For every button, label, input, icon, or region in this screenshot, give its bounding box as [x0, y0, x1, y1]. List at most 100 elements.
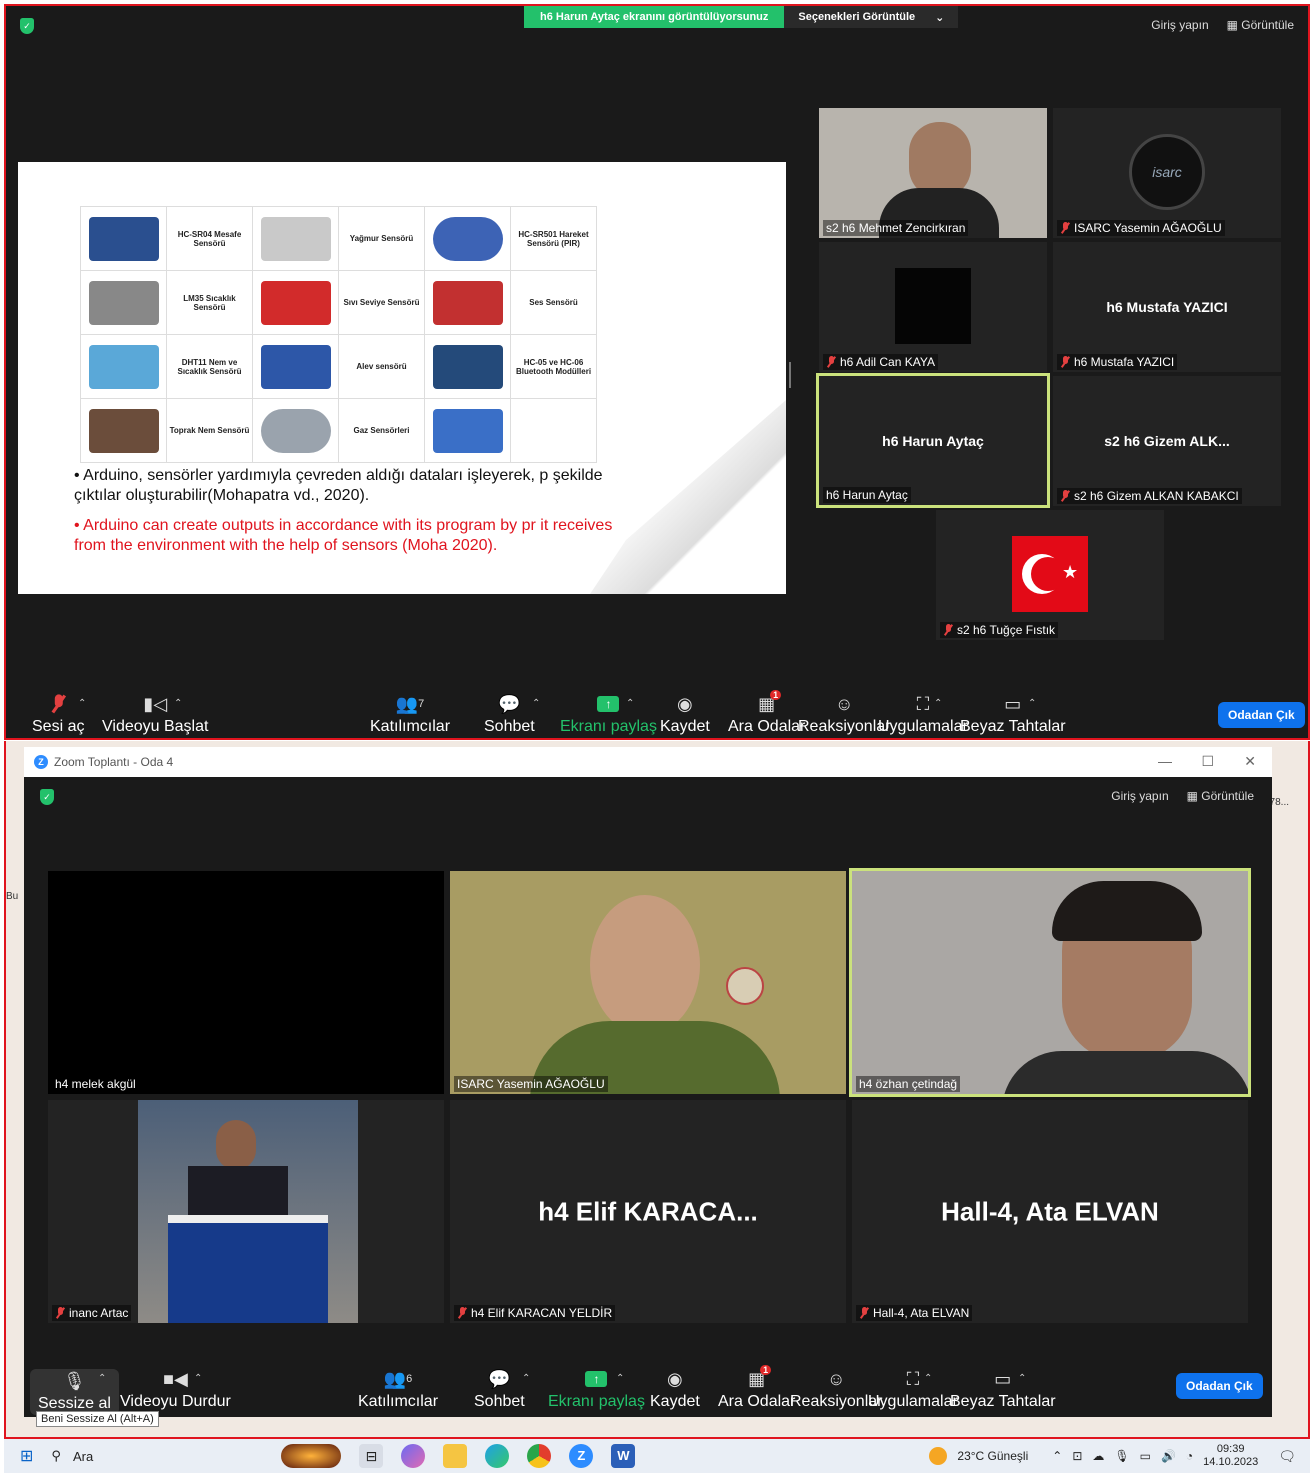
search-box[interactable]: ⚲ Ara — [51, 1448, 291, 1464]
leave-room-button[interactable]: Odadan Çık — [1218, 702, 1305, 728]
sensor-label: Toprak Nem Sensörü — [166, 398, 253, 463]
participants-button[interactable]: 👥 7 Katılımcılar — [370, 694, 450, 736]
caret-up-icon[interactable]: ⌃ — [522, 1373, 530, 1384]
video-tile[interactable]: h4 Elif KARACA... h4 Elif KARACAN YELDİR — [450, 1100, 846, 1323]
tray-chevron-icon[interactable]: ⌃ — [1052, 1449, 1062, 1463]
view-button[interactable]: ▦ Görüntüle — [1227, 18, 1294, 32]
video-icon: ■◀ — [163, 1368, 188, 1389]
caret-up-icon[interactable]: ⌃ — [532, 698, 540, 709]
participant-name-label: ISARC Yasemin AĞAOĞLU — [457, 1077, 605, 1091]
chat-button[interactable]: 💬 Sohbet — [484, 694, 535, 736]
minimize-icon[interactable]: — — [1158, 753, 1172, 769]
file-explorer-icon[interactable] — [443, 1444, 468, 1468]
unmute-button[interactable]: Sesi aç — [32, 694, 84, 736]
video-tile[interactable]: h6 Mustafa YAZICI h6 Mustafa YAZICI — [1053, 242, 1281, 372]
stop-video-button[interactable]: ■◀ Videoyu Durdur — [120, 1369, 231, 1411]
whiteboards-button[interactable]: ▭ Beyaz Tahtalar — [960, 694, 1066, 736]
share-screen-button[interactable]: ↑ Ekranı paylaş — [560, 694, 657, 736]
task-view-icon[interactable]: ⊟ — [359, 1444, 384, 1468]
view-label: Görüntüle — [1201, 789, 1254, 803]
slide-bullet-tr: • Arduino, sensörler yardımıyla çevreden… — [74, 467, 603, 504]
caret-up-icon[interactable]: ⌃ — [174, 698, 182, 709]
caret-up-icon[interactable]: ⌃ — [194, 1373, 202, 1384]
participants-button[interactable]: 👥 6 Katılımcılar — [358, 1369, 438, 1411]
view-options-label: Seçenekleri Görüntüle — [798, 11, 916, 23]
caret-up-icon[interactable]: ⌃ — [626, 698, 634, 709]
chrome-icon[interactable] — [527, 1444, 552, 1468]
record-button[interactable]: ◉ Kaydet — [650, 1369, 700, 1411]
whiteboards-button[interactable]: ▭ Beyaz Tahtalar — [950, 1369, 1056, 1411]
onedrive-icon[interactable]: ☁ — [1092, 1449, 1104, 1463]
windows-start-icon[interactable]: ⊞ — [20, 1446, 33, 1466]
view-button[interactable]: ▦ Görüntüle — [1187, 789, 1254, 803]
maximize-icon[interactable]: ☐ — [1201, 753, 1214, 770]
zoom-taskbar-icon[interactable]: Z — [569, 1444, 594, 1468]
reactions-button[interactable]: ☺ Reaksiyonlar — [798, 694, 890, 736]
video-tile[interactable]: isarc ISARC Yasemin AĞAOĞLU — [1053, 108, 1281, 238]
mic-tray-icon[interactable]: 🎙 — [1114, 1449, 1129, 1463]
sign-in-link[interactable]: Giriş yapın — [1151, 18, 1208, 32]
active-speaker-tile[interactable]: h6 Harun Aytaç h6 Harun Aytaç — [816, 373, 1050, 508]
start-video-button[interactable]: ▮◁ Videoyu Başlat — [102, 694, 208, 736]
sensor-label: Yağmur Sensörü — [338, 206, 425, 271]
network-icon[interactable]: ⊡ — [1072, 1449, 1082, 1463]
breakout-rooms-button[interactable]: ▦ 1 Ara Odalar — [718, 1365, 795, 1411]
clock[interactable]: 09:39 14.10.2023 — [1203, 1443, 1258, 1469]
share-screen-button[interactable]: ↑ Ekranı paylaş — [548, 1369, 645, 1411]
chat-button[interactable]: 💬 Sohbet — [474, 1369, 525, 1411]
leave-room-button[interactable]: Odadan Çık — [1176, 1373, 1263, 1399]
caret-up-icon[interactable]: ⌃ — [924, 1373, 932, 1384]
caret-up-icon[interactable]: ⌃ — [1018, 1373, 1026, 1384]
participant-big-name: h6 Mustafa YAZICI — [1106, 299, 1228, 315]
video-tile[interactable]: ISARC Yasemin AĞAOĞLU — [450, 871, 846, 1094]
video-tile[interactable]: s2 h6 Mehmet Zencirkıran — [819, 108, 1047, 238]
close-icon[interactable]: ✕ — [1244, 753, 1256, 770]
mic-icon: 🎙 — [63, 1370, 86, 1391]
breakout-label: Ara Odalar — [728, 718, 806, 735]
apps-button[interactable]: ⛶ Uygulamalar — [878, 694, 968, 736]
wifi-icon[interactable]: ◔ — [1186, 1449, 1193, 1463]
word-icon[interactable]: W — [611, 1444, 636, 1468]
reactions-label: Reaksiyonlar — [798, 718, 891, 735]
resize-handle[interactable] — [789, 362, 791, 388]
encryption-shield-icon[interactable]: ✓ — [20, 18, 34, 34]
sensor-image — [252, 206, 339, 271]
caret-up-icon[interactable]: ⌃ — [616, 1373, 624, 1384]
view-options-button[interactable]: Seçenekleri Görüntüle ⌄ — [784, 6, 959, 28]
caret-up-icon[interactable]: ⌃ — [1028, 698, 1036, 709]
notification-icon[interactable]: 🗨 — [1278, 1448, 1296, 1465]
participant-name: s2 h6 Mehmet Zencirkıran — [823, 220, 969, 236]
video-tile[interactable]: h4 melek akgül — [48, 871, 444, 1094]
video-tile[interactable]: ★ s2 h6 Tuğçe Fıstık — [936, 510, 1164, 640]
weather-text[interactable]: 23°C Güneşli — [957, 1449, 1028, 1463]
reactions-icon: ☺ — [827, 1368, 846, 1389]
encryption-shield-icon[interactable]: ✓ — [40, 789, 54, 805]
breakout-badge: 1 — [760, 1365, 772, 1375]
sign-in-link[interactable]: Giriş yapın — [1111, 789, 1168, 803]
copilot-icon[interactable] — [401, 1444, 426, 1468]
video-tile[interactable]: h6 Adil Can KAYA — [819, 242, 1047, 372]
apps-button[interactable]: ⛶ Uygulamalar — [868, 1369, 958, 1411]
video-tile[interactable]: s2 h6 Gizem ALK... s2 h6 Gizem ALKAN KAB… — [1053, 376, 1281, 506]
participant-big-name: Hall-4, Ata ELVAN — [941, 1196, 1159, 1226]
record-button[interactable]: ◉ Kaydet — [660, 694, 710, 736]
video-tile[interactable]: inanc Artac — [48, 1100, 444, 1323]
caret-up-icon[interactable]: ⌃ — [934, 698, 942, 709]
edge-icon[interactable] — [485, 1444, 510, 1468]
search-icon: ⚲ — [51, 1448, 61, 1463]
sensor-image — [424, 270, 511, 335]
search-highlight-icon[interactable] — [281, 1444, 342, 1468]
record-icon: ◉ — [667, 1368, 683, 1389]
caret-up-icon[interactable]: ⌃ — [98, 1373, 106, 1384]
active-speaker-tile[interactable]: h4 özhan çetindağ — [849, 868, 1251, 1097]
reactions-icon: ☺ — [835, 693, 854, 714]
video-tile[interactable]: Hall-4, Ata ELVAN Hall-4, Ata ELVAN — [852, 1100, 1248, 1323]
podium — [168, 1215, 328, 1323]
volume-icon[interactable]: 🔊 — [1161, 1449, 1176, 1463]
participant-name: ISARC Yasemin AĞAOĞLU — [454, 1076, 608, 1092]
breakout-rooms-button[interactable]: ▦ 1 Ara Odalar — [728, 690, 806, 736]
participant-name: s2 h6 Gizem ALKAN KABAKCI — [1057, 488, 1242, 504]
zoom-logo-icon: Z — [34, 755, 48, 769]
caret-up-icon[interactable]: ⌃ — [78, 698, 86, 709]
battery-icon[interactable]: ▭ — [1140, 1449, 1151, 1463]
